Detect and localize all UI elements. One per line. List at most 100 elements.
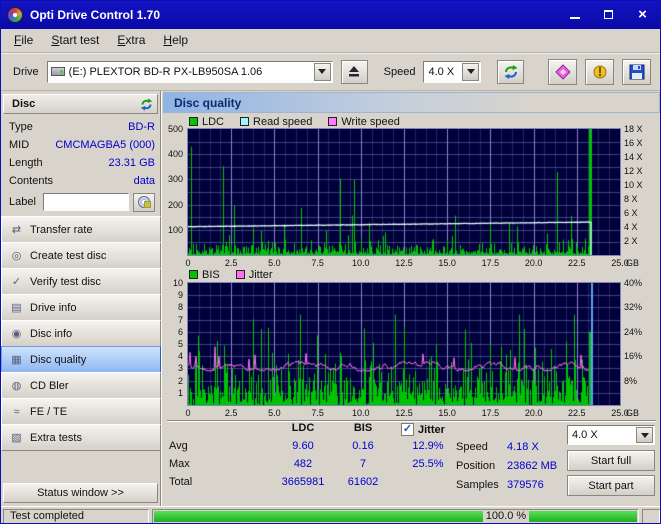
legend-label: Read speed	[253, 115, 313, 128]
start-full-button[interactable]: Start full	[567, 450, 655, 471]
start-part-button[interactable]: Start part	[567, 475, 655, 496]
eject-button[interactable]	[340, 59, 368, 84]
maximize-button[interactable]	[593, 4, 624, 25]
erase-disc-button[interactable]	[548, 58, 578, 85]
disc-field-mid: MID CMCMAGBA5 (000)	[1, 136, 161, 154]
dropdown-arrow-icon	[466, 69, 475, 78]
bis-color-chip	[189, 270, 198, 279]
progress-percent: 100.0 %	[482, 509, 530, 523]
sidebar-item-transfer-rate[interactable]: ⇄ Transfer rate	[1, 216, 161, 243]
jitter-color-chip	[235, 270, 245, 279]
speed-select-arrow[interactable]	[462, 62, 480, 81]
y-axis-label-jitter: 16%	[624, 351, 643, 362]
field-label: MID	[9, 139, 30, 151]
sidebar-item-verify-test-disc[interactable]: ✓ Verify test disc	[1, 268, 161, 295]
menu-item-help[interactable]: Help	[154, 29, 197, 52]
sidebar-item-drive-info[interactable]: ▤ Drive info	[1, 294, 161, 321]
field-label: Contents	[9, 175, 54, 187]
test-speed-select[interactable]: 4.0 X	[567, 425, 655, 445]
y-axis-label-jitter: 40%	[624, 278, 643, 288]
status-bar: Test completed 100.0 %	[1, 506, 660, 523]
minimize-button[interactable]	[559, 4, 590, 25]
x-axis-label: 2.5	[224, 258, 238, 268]
sidebar-item-label: FE / TE	[30, 405, 68, 418]
sidebar-item-disc-quality[interactable]: ▦ Disc quality	[1, 346, 161, 373]
create-test-disc-icon: ◎	[11, 250, 22, 262]
disc-fields: Type BD-R MID CMCMAGBA5 (000) Length 23.31 GB…	[1, 118, 161, 190]
speed-select[interactable]: 4.0 X	[423, 60, 482, 83]
disc-quality-icon: ▦	[11, 354, 22, 366]
sidebar-item-label: Drive info	[30, 301, 77, 314]
y-axis-label-jitter: 8%	[624, 375, 638, 386]
close-button[interactable]: ×	[627, 4, 658, 25]
sidebar-item-create-test-disc[interactable]: ◎ Create test disc	[1, 242, 161, 269]
y-axis-label-speed: 4 X	[624, 222, 638, 232]
stats-value: 3665981	[281, 476, 325, 488]
drive-select-arrow[interactable]	[313, 62, 331, 81]
bis-jitter-chart	[187, 282, 621, 406]
panel-title: Disc quality	[174, 95, 242, 110]
verify-test-disc-icon: ✓	[11, 276, 22, 288]
y-axis-label-ldc: 400	[167, 149, 183, 160]
y-axis-label-bis: 8	[177, 302, 183, 313]
disc-field-contents: Contents data	[1, 172, 161, 190]
x-axis-label: 22.5	[568, 408, 586, 418]
stats-divider	[167, 420, 656, 422]
test-speed-select-value: 4.0 X	[572, 429, 598, 441]
y-axis-label-jitter: 24%	[624, 326, 643, 337]
y-axis-label-bis: 9	[177, 290, 183, 301]
drive-info-icon: ▤	[11, 302, 22, 314]
save-icon	[629, 64, 645, 79]
title-bar: Opti Drive Control 1.70 ×	[1, 1, 660, 29]
status-grip[interactable]	[642, 508, 660, 523]
x-axis-label: 17.5	[481, 408, 500, 418]
field-label: Length	[9, 157, 43, 169]
x-axis-label: 15.0	[438, 408, 456, 418]
drive-select-value: (E:) PLEXTOR BD-R PX-LB950SA 1.06	[68, 65, 263, 78]
y-axis-label-bis: 2	[177, 375, 183, 386]
sidebar-item-label: Disc info	[30, 327, 73, 340]
x-axis-label: 15.0	[438, 258, 456, 268]
window-controls: ×	[559, 4, 658, 25]
legend-item-ldc: LDC	[189, 116, 224, 128]
save-button[interactable]	[622, 58, 652, 85]
menu-item-start-test[interactable]: Start test	[42, 29, 108, 52]
sidebar-item-cd-bler[interactable]: ◍ CD Bler	[1, 372, 161, 399]
stats-value: 0.16	[352, 440, 374, 452]
y-axis-label-speed: 14 X	[624, 152, 643, 162]
sidebar-item-fe-te[interactable]: ≈ FE / TE	[1, 398, 161, 425]
field-label: Type	[9, 121, 33, 133]
label-input[interactable]	[43, 193, 129, 211]
refresh-icon	[504, 64, 518, 79]
refresh-button[interactable]	[497, 59, 525, 84]
drive-select[interactable]: (E:) PLEXTOR BD-R PX-LB950SA 1.06	[46, 60, 333, 83]
menu-item-extra[interactable]: Extra	[108, 29, 154, 52]
x-axis-label: 5.0	[268, 258, 281, 268]
stats-value: 12.9%	[412, 440, 444, 452]
sidebar-item-disc-info[interactable]: ◉ Disc info	[1, 320, 161, 347]
read-speed-color-chip	[240, 117, 250, 126]
stats-value: 9.60	[292, 440, 314, 452]
x-axis-label: 12.5	[395, 258, 413, 268]
y-axis-label-bis: 1	[177, 387, 183, 398]
transfer-rate-icon: ⇄	[11, 224, 22, 236]
x-axis-label: 7.5	[311, 408, 324, 418]
x-axis-label: 20.0	[524, 258, 543, 268]
x-axis-label: 10.0	[352, 258, 370, 268]
test-speed-select-arrow[interactable]	[636, 427, 653, 443]
y-axis-label-jitter: 32%	[624, 302, 643, 313]
label-field-label: Label	[9, 196, 36, 208]
dropdown-arrow-icon	[318, 69, 327, 78]
x-axis-label: 10.0	[352, 408, 370, 418]
status-window-button[interactable]: Status window >>	[3, 483, 158, 503]
y-axis-label-bis: 6	[177, 326, 183, 337]
x-axis-label: 0	[185, 408, 191, 418]
disc-refresh-button[interactable]	[140, 97, 153, 111]
preferences-button[interactable]	[585, 58, 615, 85]
jitter-checkbox[interactable]: ✓	[401, 423, 414, 436]
stats-row-label-max: Max	[169, 458, 190, 470]
drive-label: Drive	[13, 65, 39, 78]
menu-item-file[interactable]: File	[5, 29, 42, 52]
sidebar-item-extra-tests[interactable]: ▧ Extra tests	[1, 424, 161, 451]
status-text-cell: Test completed	[3, 508, 149, 523]
